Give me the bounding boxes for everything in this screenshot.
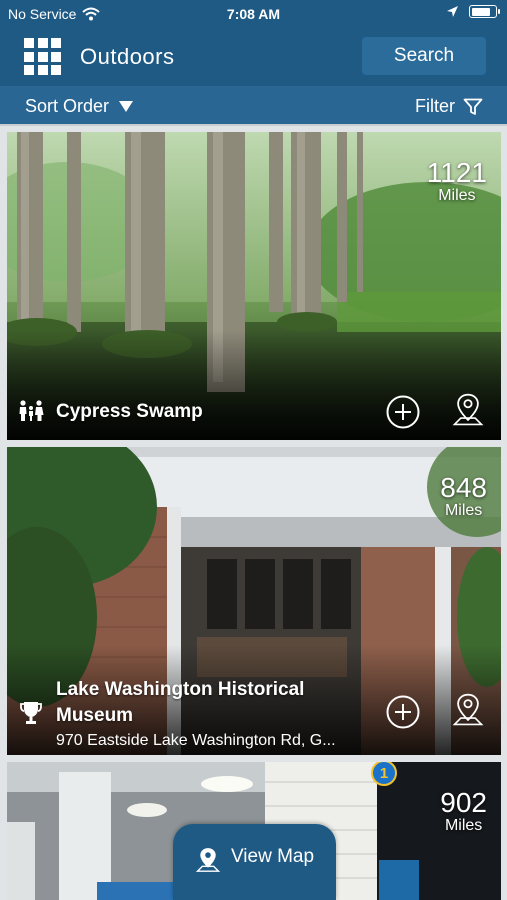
- filter-button[interactable]: Filter: [415, 96, 483, 117]
- search-button[interactable]: Search: [362, 37, 486, 75]
- distance-unit: Miles: [438, 187, 476, 204]
- app-screen: No Service 7:08 AM Outdoors Search Sort …: [0, 0, 507, 900]
- add-circle-icon[interactable]: [385, 394, 421, 430]
- caret-down-icon: [119, 101, 134, 112]
- distance-value: 902: [440, 787, 487, 818]
- battery-icon: [469, 5, 500, 18]
- distance-unit: Miles: [444, 502, 483, 519]
- family-icon: [19, 400, 44, 421]
- app-header: Outdoors Search: [0, 28, 507, 86]
- filter-funnel-icon: [463, 98, 483, 115]
- sort-order-label: Sort Order: [25, 96, 110, 116]
- page-title: Outdoors: [80, 44, 175, 69]
- result-card[interactable]: 848 Miles Lake Washington Historical Mus…: [7, 447, 501, 755]
- filter-label: Filter: [415, 96, 455, 116]
- results-list: 1121 Miles Cypress Swamp 848 Miles Lake …: [0, 126, 507, 900]
- clock: 7:08 AM: [226, 6, 281, 22]
- location-arrow-icon: [447, 6, 458, 17]
- sort-filter-bar: Sort Order Filter: [0, 86, 507, 126]
- status-bar: No Service 7:08 AM: [0, 0, 507, 28]
- card-title: Cypress Swamp: [56, 401, 203, 422]
- rank-badge-label: 1: [379, 764, 389, 782]
- card-address: 970 Eastside Lake Washington Rd, G...: [56, 732, 336, 749]
- map-pin-icon[interactable]: [450, 692, 486, 728]
- battery-fill: [471, 7, 491, 16]
- distance-unit: Miles: [444, 817, 483, 834]
- card-title: Lake Washington Historical Museum: [56, 679, 305, 726]
- distance-badge: 848 Miles: [440, 473, 487, 519]
- map-pin-icon[interactable]: [450, 392, 486, 428]
- status-right: [446, 5, 500, 18]
- distance-badge: 1121 Miles: [427, 158, 487, 204]
- result-card[interactable]: 1121 Miles Cypress Swamp: [7, 132, 501, 440]
- view-map-button[interactable]: View Map: [173, 824, 336, 900]
- distance-value: 848: [440, 472, 487, 503]
- distance-value: 1121: [426, 157, 487, 188]
- add-circle-icon[interactable]: [385, 694, 421, 730]
- menu-grid-icon[interactable]: [24, 38, 61, 75]
- museum-trophy-icon: [20, 702, 42, 724]
- view-map-label: View Map: [230, 846, 315, 867]
- distance-badge: 902 Miles: [440, 788, 487, 834]
- sort-order-button[interactable]: Sort Order: [25, 96, 134, 117]
- map-pin-icon: [195, 848, 221, 872]
